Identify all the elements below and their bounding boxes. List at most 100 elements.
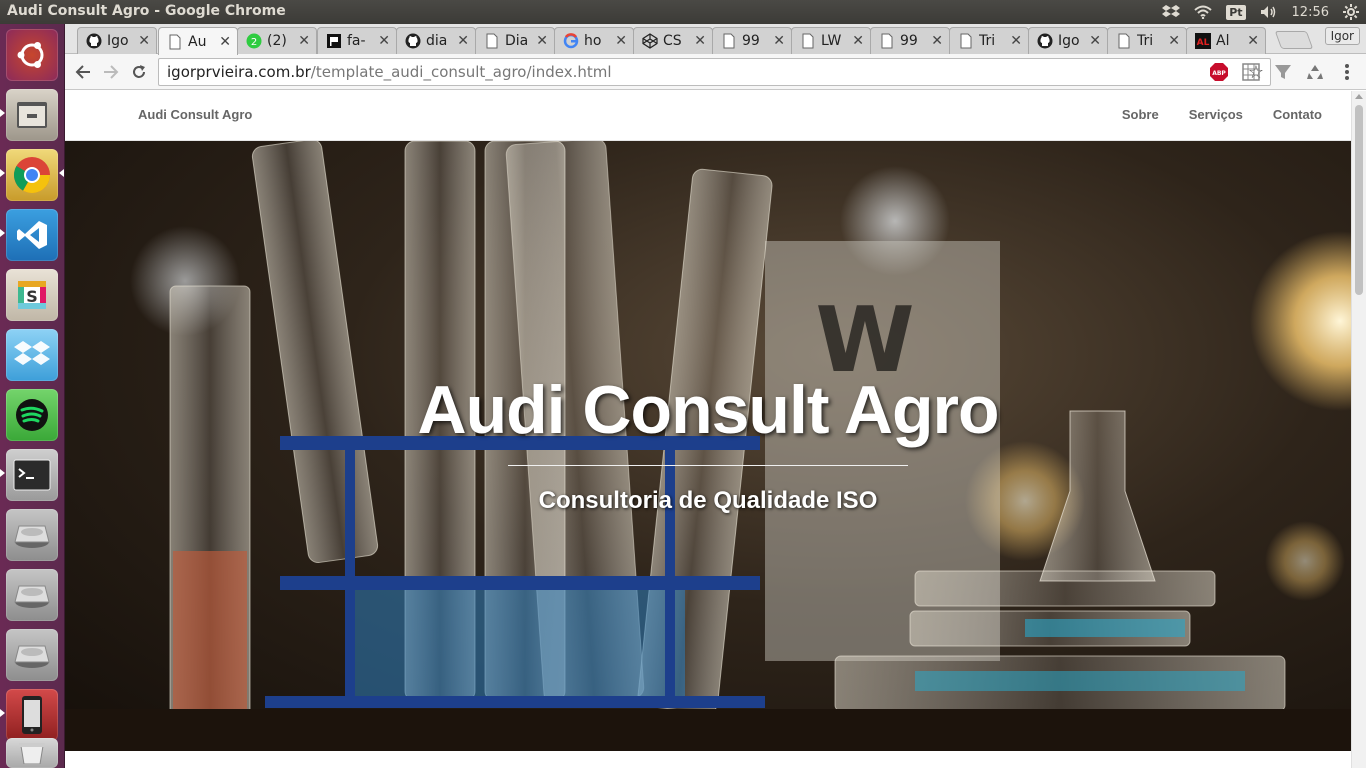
tab-close-icon[interactable]: ✕ <box>773 33 785 49</box>
spotify-icon[interactable] <box>6 389 58 441</box>
funnel-icon[interactable] <box>1273 62 1293 82</box>
drive-icon[interactable] <box>6 629 58 681</box>
chrome-menu-icon[interactable] <box>1337 62 1357 82</box>
browser-tab[interactable]: AL Al ✕ <box>1186 27 1266 54</box>
url-path: /template_audi_consult_agro/index.html <box>310 63 612 81</box>
browser-tab[interactable]: Igo ✕ <box>77 27 157 54</box>
running-indicator <box>0 469 5 477</box>
keyboard-language[interactable]: Pt <box>1219 0 1252 24</box>
page-icon <box>1116 33 1132 49</box>
browser-tab[interactable]: ho ✕ <box>554 27 634 54</box>
system-tray: Pt 12:56 <box>1155 0 1366 24</box>
browser-tab[interactable]: Dia ✕ <box>475 27 555 54</box>
recycle-icon[interactable] <box>1305 62 1325 82</box>
tab-title: fa- <box>347 33 366 49</box>
settings-gear-icon[interactable] <box>1336 0 1366 24</box>
reload-button[interactable] <box>127 60 151 84</box>
tab-close-icon[interactable]: ✕ <box>298 33 310 49</box>
dropbox-tray-icon[interactable] <box>1155 0 1187 24</box>
url-host: igorprvieira.com.br <box>167 63 311 81</box>
tab-close-icon[interactable]: ✕ <box>1168 33 1180 49</box>
tab-close-icon[interactable]: ✕ <box>457 33 469 49</box>
codepen-icon <box>642 33 658 49</box>
dropbox-icon[interactable] <box>6 329 58 381</box>
running-indicator <box>0 109 5 117</box>
tab-title: Dia <box>505 33 529 49</box>
browser-tab[interactable]: 99 ✕ <box>870 27 950 54</box>
abp-icon[interactable]: ABP <box>1209 62 1229 82</box>
slack-icon[interactable]: S <box>6 269 58 321</box>
scrollbar-thumb[interactable] <box>1355 105 1363 295</box>
chrome-icon[interactable] <box>6 149 58 201</box>
ubuntu-dash-icon[interactable] <box>6 29 58 81</box>
tab-close-icon[interactable]: ✕ <box>615 33 627 49</box>
nav-link-servicos[interactable]: Serviços <box>1174 107 1258 122</box>
page-icon <box>484 33 500 49</box>
vscode-icon[interactable] <box>6 209 58 261</box>
trash-icon[interactable] <box>6 738 58 768</box>
new-tab-button[interactable] <box>1274 31 1314 49</box>
volume-icon[interactable] <box>1253 0 1285 24</box>
nav-link-sobre[interactable]: Sobre <box>1107 107 1174 122</box>
tab-close-icon[interactable]: ✕ <box>138 33 150 49</box>
tab-title: (2) <box>267 33 287 49</box>
tab-close-icon[interactable]: ✕ <box>1010 33 1022 49</box>
tab-strip: Igor Igo ✕ Au ✕ 2 (2) ✕ fa- ✕ dia ✕ Dia ✕ ho ✕ CS ✕ 99 ✕ LW… <box>65 24 1366 55</box>
browser-tab[interactable]: Igo ✕ <box>1028 27 1108 54</box>
profile-button[interactable]: Igor <box>1324 27 1360 45</box>
tab-title: Igo <box>1058 33 1080 49</box>
tab-close-icon[interactable]: ✕ <box>1089 33 1101 49</box>
github-icon <box>1037 33 1053 49</box>
forward-button[interactable] <box>99 60 123 84</box>
browser-tab[interactable]: Tri ✕ <box>1107 27 1187 54</box>
flag-icon <box>326 33 342 49</box>
site-nav-links: Sobre Serviços Contato <box>1107 107 1337 122</box>
browser-tab[interactable]: LW ✕ <box>791 27 871 54</box>
grid-icon[interactable] <box>1241 62 1261 82</box>
page-icon <box>879 33 895 49</box>
site-brand-link[interactable]: Audi Consult Agro <box>138 107 252 122</box>
page-scrollbar[interactable] <box>1351 91 1366 768</box>
site-navbar: Audi Consult Agro Sobre Serviços Contato <box>65 91 1351 141</box>
tab-title: Tri <box>1137 33 1154 49</box>
active-indicator <box>59 169 64 177</box>
hero-subtitle: Consultoria de Qualidade ISO <box>538 487 878 514</box>
tab-title: Igo <box>107 33 129 49</box>
tab-close-icon[interactable]: ✕ <box>219 34 231 50</box>
hero-title: Audi Consult Agro <box>417 372 999 448</box>
browser-tab[interactable]: fa- ✕ <box>317 27 397 54</box>
browser-tab[interactable]: dia ✕ <box>396 27 476 54</box>
scroll-up-arrow[interactable] <box>1355 94 1363 99</box>
nav-link-contato[interactable]: Contato <box>1258 107 1337 122</box>
clock[interactable]: 12:56 <box>1285 0 1336 24</box>
tab-close-icon[interactable]: ✕ <box>694 33 706 49</box>
tab-close-icon[interactable]: ✕ <box>378 33 390 49</box>
running-indicator <box>0 709 5 717</box>
browser-tab[interactable]: 99 ✕ <box>712 27 792 54</box>
tab-close-icon[interactable]: ✕ <box>931 33 943 49</box>
wifi-icon[interactable] <box>1187 0 1219 24</box>
address-bar[interactable]: igorprvieira.com.br/template_audi_consul… <box>158 58 1271 86</box>
tab-title: CS <box>663 33 682 49</box>
browser-tab[interactable]: 2 (2) ✕ <box>237 27 317 54</box>
drive-icon[interactable] <box>6 509 58 561</box>
svg-text:AL: AL <box>1197 38 1210 48</box>
tab-close-icon[interactable]: ✕ <box>1247 33 1259 49</box>
tab-title: Tri <box>979 33 996 49</box>
phone-icon[interactable] <box>6 689 58 741</box>
hero-divider <box>508 465 908 466</box>
tab-title: ho <box>584 33 602 49</box>
page-icon <box>800 33 816 49</box>
browser-tab[interactable]: CS ✕ <box>633 27 713 54</box>
back-button[interactable] <box>71 60 95 84</box>
page-viewport: Audi Consult Agro Sobre Serviços Contato <box>65 91 1351 768</box>
page-below-hero <box>65 751 1351 768</box>
tab-close-icon[interactable]: ✕ <box>536 33 548 49</box>
tab-close-icon[interactable]: ✕ <box>852 33 864 49</box>
files-icon[interactable] <box>6 89 58 141</box>
browser-tab[interactable]: Tri ✕ <box>949 27 1029 54</box>
browser-tab[interactable]: Au ✕ <box>158 27 238 55</box>
terminal-icon[interactable] <box>6 449 58 501</box>
drive-icon[interactable] <box>6 569 58 621</box>
whatsapp-icon: 2 <box>246 33 262 49</box>
